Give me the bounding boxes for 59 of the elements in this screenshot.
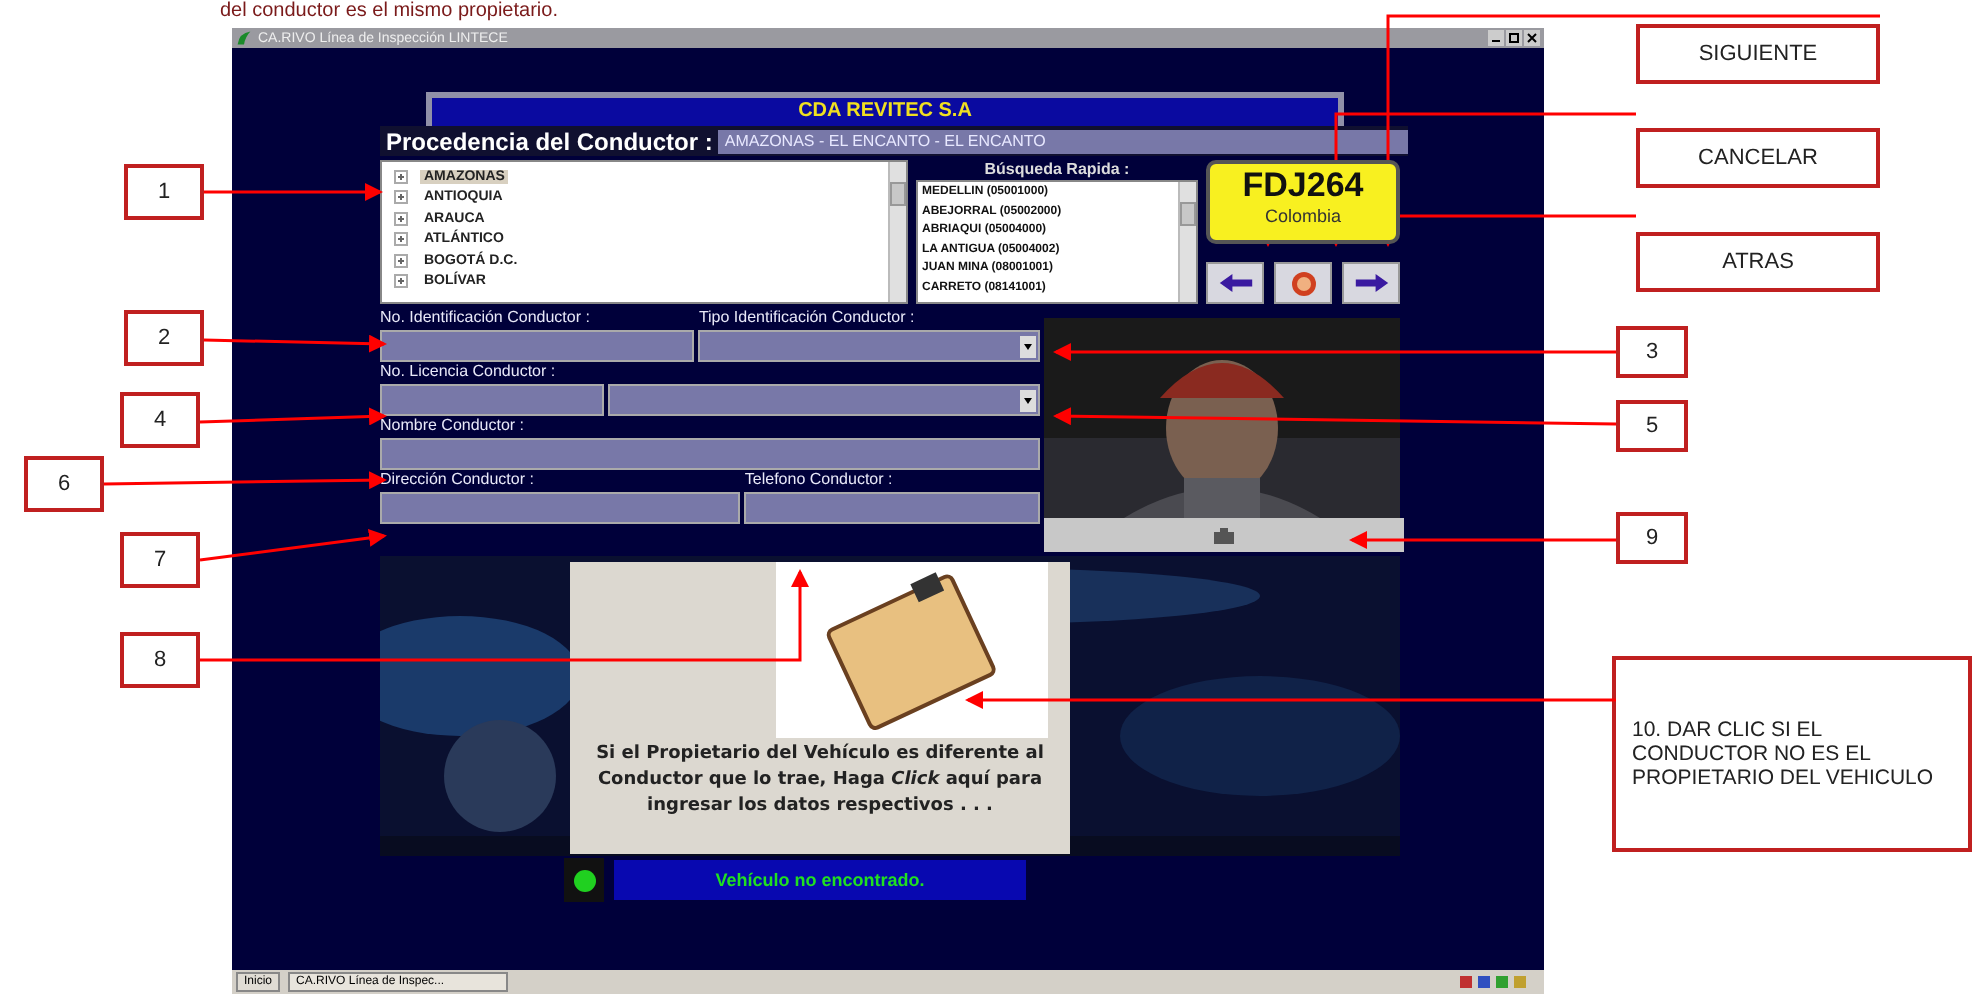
input-field[interactable] [380,492,741,524]
expand-icon[interactable] [394,232,408,247]
company-name: CDA REVITEC S.A [796,98,974,126]
scrollbar[interactable] [888,162,906,302]
callout-label: 9 [1645,526,1659,550]
cancel-button[interactable] [1274,262,1332,304]
callout-label: 8 [153,648,167,672]
dropdown-field[interactable] [607,384,1040,416]
field-label: No. Identificación Conductor : [380,308,590,328]
clipboard-icon[interactable] [776,562,1048,738]
plate-country: Colombia [1262,206,1344,226]
status-message: Vehículo no encontrado. [715,870,925,890]
minimize-button[interactable] [1488,30,1504,46]
close-button[interactable] [1524,30,1540,46]
intro-text: del conductor es el mismo propietario. [220,0,560,24]
callout-label: 4 [153,408,167,432]
callout-label: CANCELAR [1698,146,1818,170]
expand-icon[interactable] [394,274,408,289]
callout-label: 10. DAR CLIC SI EL CONDUCTOR NO ES EL PROPIETARIO DEL VEHICULO [1632,718,1936,790]
back-button[interactable] [1206,262,1264,304]
callout-label: 1 [157,180,171,204]
maximize-button[interactable] [1506,30,1522,46]
field-label: Dirección Conductor : [380,470,534,490]
callout-label: 6 [57,472,71,496]
field-label: No. Licencia Conductor : [380,362,556,382]
callout-label: 5 [1645,414,1659,438]
field-label: Telefono Conductor : [744,470,893,490]
origin-value: AMAZONAS - EL ENCANTO - EL ENCANTO [718,129,1408,153]
input-field[interactable] [380,384,604,416]
popup-text: Si el Propietario del Vehículo es diferente al Conductor que lo trae, Haga Click aquí para ingresar los datos respectivos . . . [594,741,1046,820]
scrollbar[interactable] [1178,182,1196,302]
expand-icon[interactable] [394,169,408,184]
app-icon [236,30,252,46]
field-label: Tipo Identificación Conductor : [698,308,915,328]
quick-search-label: Búsqueda Rapida : [982,160,1132,180]
dropdown-field[interactable] [698,330,1040,362]
input-field[interactable] [744,492,1040,524]
left-arrow-icon [1217,272,1253,294]
status-light [564,858,604,902]
callout-label: 3 [1645,340,1659,364]
caret-icon[interactable] [1020,335,1036,357]
next-button[interactable] [1342,262,1400,304]
expand-icon[interactable] [394,211,408,226]
callout-label: SIGUIENTE [1698,42,1818,66]
callout-label: 7 [153,548,167,572]
caret-icon[interactable] [1020,389,1036,411]
camera-icon[interactable] [1212,525,1236,545]
owner-popup[interactable]: Si el Propietario del Vehículo es diferente al Conductor que lo trae, Haga Click aquí para ingresar los datos respectivos . . . [570,562,1070,854]
expand-icon[interactable] [394,253,408,268]
input-field[interactable] [380,438,1040,470]
plate-number: FDJ264 [1240,164,1366,206]
origin-label: Procedencia del Conductor : [384,127,715,155]
expand-icon[interactable] [394,190,408,205]
input-field[interactable] [380,330,695,362]
right-arrow-icon [1353,272,1389,294]
field-label: Nombre Conductor : [380,416,525,436]
stop-icon [1289,269,1317,297]
callout-label: ATRAS [1722,250,1794,274]
callout-label: 2 [157,326,171,350]
